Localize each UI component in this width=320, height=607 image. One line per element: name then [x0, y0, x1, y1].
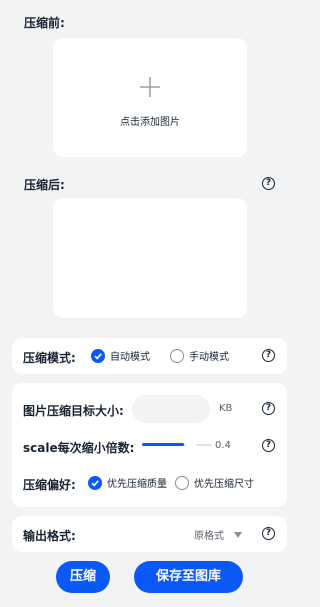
after-title: 压缩后:: [24, 178, 65, 192]
before-title: 压缩前:: [24, 16, 65, 30]
target-size-label: 图片压缩目标大小:: [23, 404, 124, 418]
question-circle-icon[interactable]: ?: [262, 402, 275, 415]
add-image-area[interactable]: 点击添加图片: [53, 38, 247, 157]
preference-option-quality-label: 优先压缩质量: [107, 479, 167, 490]
target-size-unit: KB: [219, 403, 233, 414]
preference-option-quality[interactable]: 优先压缩质量: [88, 475, 167, 490]
check-icon: [91, 479, 99, 487]
output-label: 输出格式:: [23, 529, 76, 543]
settings-card: 图片压缩目标大小: KB ? scale每次缩小倍数: 0.4 ? 压缩偏好: …: [12, 383, 287, 507]
question-circle-icon[interactable]: ?: [262, 177, 275, 190]
question-circle-icon[interactable]: ?: [262, 349, 275, 362]
output-card: 输出格式: 原格式 ?: [12, 516, 287, 552]
preference-option-size[interactable]: 优先压缩尺寸: [175, 475, 254, 490]
radio-unchecked: [170, 348, 184, 363]
scale-value: 0.4: [215, 440, 231, 451]
compress-button[interactable]: 压缩: [56, 561, 110, 593]
radio-unchecked: [175, 475, 189, 490]
scale-slider[interactable]: [142, 439, 212, 451]
output-format-select[interactable]: 原格式: [194, 527, 242, 542]
mode-option-auto-label: 自动模式: [110, 352, 150, 363]
radio-checked: [88, 475, 102, 490]
mode-card: 压缩模式: 自动模式 手动模式 ?: [12, 338, 287, 374]
save-to-gallery-button[interactable]: 保存至图库: [134, 561, 243, 593]
output-format-value: 原格式: [194, 531, 224, 542]
mode-option-manual[interactable]: 手动模式: [170, 348, 229, 363]
triangle-down-icon: [234, 531, 242, 538]
plus-icon: [140, 77, 160, 97]
question-circle-icon[interactable]: ?: [262, 527, 275, 540]
check-icon: [94, 352, 102, 360]
preference-option-size-label: 优先压缩尺寸: [194, 479, 254, 490]
radio-checked: [91, 348, 105, 363]
add-image-label: 点击添加图片: [120, 117, 180, 128]
target-size-input[interactable]: [132, 395, 210, 423]
result-image-area: [53, 198, 247, 318]
mode-option-auto[interactable]: 自动模式: [91, 348, 150, 363]
slider-thumb[interactable]: [186, 440, 196, 450]
preference-label: 压缩偏好:: [23, 478, 76, 492]
mode-label: 压缩模式:: [23, 351, 76, 365]
scale-label: scale每次缩小倍数:: [23, 441, 135, 455]
slider-fill: [142, 443, 184, 446]
mode-option-manual-label: 手动模式: [189, 352, 229, 363]
question-circle-icon[interactable]: ?: [262, 439, 275, 452]
